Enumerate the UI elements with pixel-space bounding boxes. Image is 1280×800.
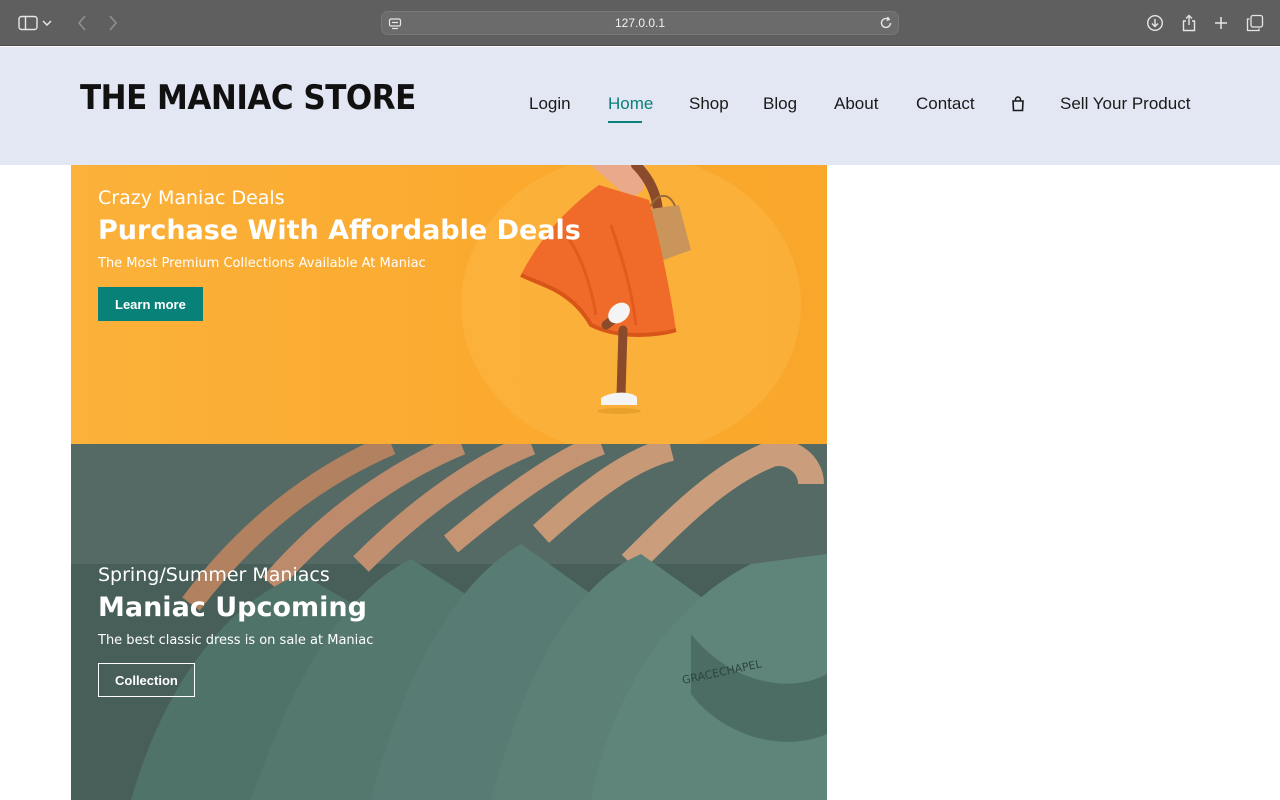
nav-shop[interactable]: Shop	[689, 94, 729, 114]
chevron-down-icon[interactable]	[40, 12, 54, 34]
site-header: THE MANIAC STORE Login Home Shop Blog Ab…	[0, 47, 1280, 165]
banner-text: The Most Premium Collections Available A…	[98, 256, 426, 271]
promo-banner-upcoming: GRACECHAPEL Spring/Summer Maniacs Maniac…	[71, 444, 827, 800]
reload-icon[interactable]	[878, 15, 894, 35]
tabs-overview-icon[interactable]	[1244, 12, 1266, 34]
banner-subtitle: Spring/Summer Maniacs	[98, 564, 330, 586]
nav-home[interactable]: Home	[608, 94, 653, 123]
browser-toolbar: 127.0.0.1	[0, 0, 1280, 46]
promo-banner-deals: Crazy Maniac Deals Purchase With Afforda…	[71, 165, 827, 444]
forward-icon[interactable]	[102, 12, 124, 34]
new-tab-icon[interactable]	[1210, 12, 1232, 34]
nav-contact[interactable]: Contact	[916, 94, 975, 114]
collection-button[interactable]: Collection	[98, 663, 195, 697]
sidebar-icon[interactable]	[17, 12, 39, 34]
nav-about[interactable]: About	[834, 94, 878, 114]
url-text: 127.0.0.1	[614, 16, 666, 30]
share-icon[interactable]	[1178, 12, 1200, 34]
shopping-bag-icon[interactable]	[1011, 96, 1025, 117]
address-bar[interactable]: 127.0.0.1	[381, 11, 899, 35]
nav-sell-your-product[interactable]: Sell Your Product	[1060, 94, 1190, 114]
store-logo[interactable]: THE MANIAC STORE	[80, 79, 416, 118]
learn-more-button[interactable]: Learn more	[98, 287, 203, 321]
banner-subtitle: Crazy Maniac Deals	[98, 187, 285, 209]
nav-blog[interactable]: Blog	[763, 94, 797, 114]
banner-text: The best classic dress is on sale at Man…	[98, 633, 374, 648]
download-icon[interactable]	[1144, 12, 1166, 34]
back-icon[interactable]	[71, 12, 93, 34]
nav-login[interactable]: Login	[529, 94, 571, 114]
banner-title: Purchase With Affordable Deals	[98, 215, 581, 246]
banner-title: Maniac Upcoming	[98, 592, 367, 623]
